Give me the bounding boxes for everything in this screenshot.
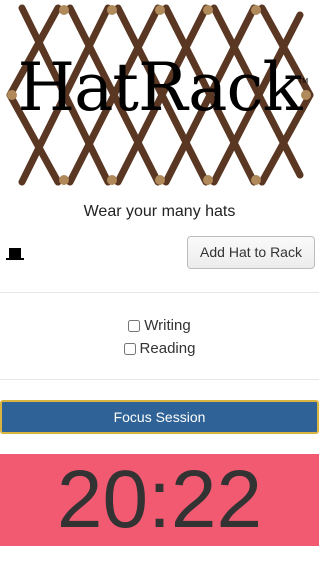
focus-session-button[interactable]: Focus Session <box>0 400 319 434</box>
logo-wordmark: HatRack <box>17 49 303 126</box>
hat-list: Writing Reading <box>0 314 319 360</box>
divider <box>0 292 319 293</box>
hat-item-writing[interactable]: Writing <box>0 314 319 337</box>
hatrack-logo: HatRack TM <box>0 0 319 195</box>
hat-item-reading[interactable]: Reading <box>0 337 319 360</box>
trademark-mark: TM <box>298 78 309 85</box>
timer-panel: 20:22 <box>0 454 319 546</box>
add-hat-button[interactable]: Add Hat to Rack <box>187 236 315 269</box>
hat-checkbox-writing[interactable] <box>128 319 141 332</box>
hat-label: Reading <box>139 340 196 357</box>
hat-label: Writing <box>144 317 191 334</box>
divider <box>0 379 319 380</box>
tagline: Wear your many hats <box>83 203 236 220</box>
hat-checkbox-reading[interactable] <box>123 342 136 355</box>
top-hat-icon <box>6 247 24 260</box>
timer-display: 20:22 <box>56 454 263 545</box>
